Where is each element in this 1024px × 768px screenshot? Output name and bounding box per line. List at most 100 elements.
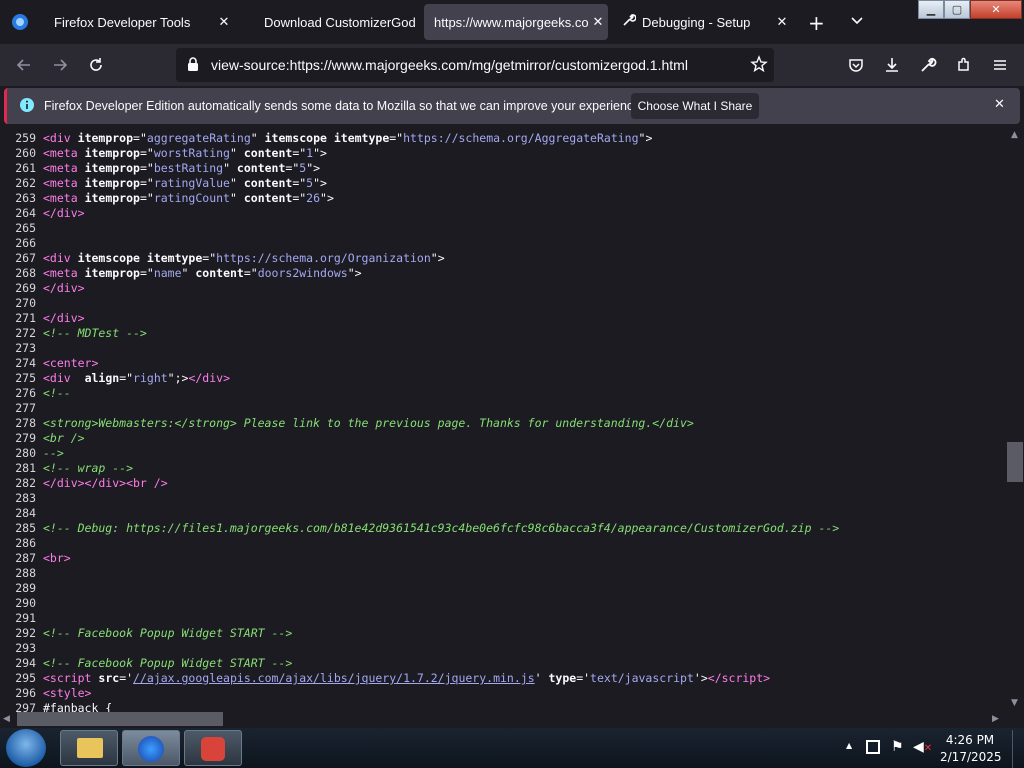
line-number: 281 [15,461,36,475]
source-view[interactable]: 259 <div itemprop="aggregateRating" items… [0,128,1008,712]
url-text[interactable]: view-source:https://www.majorgeeks.com/m… [211,57,688,73]
source-line: 277 [0,401,43,416]
wrench-icon[interactable] [916,53,940,77]
lock-icon[interactable] [186,56,200,76]
line-number: 288 [15,566,36,580]
line-number: 290 [15,596,36,610]
reload-button[interactable] [84,53,108,77]
source-line: 264 </div> [0,206,84,221]
line-number: 264 [15,206,36,220]
line-number: 259 [15,131,36,145]
forward-button[interactable] [48,53,72,77]
line-code: <!-- Facebook Popup Widget START --> [43,626,293,640]
tab-label: Download CustomizerGod [264,14,416,30]
line-code: <br> [43,551,71,565]
tab-majorgeeks[interactable]: https://www.majorgeeks.com ✕ [424,4,608,40]
line-code: </div> [43,281,85,295]
tab-debugging-setup[interactable]: Debugging - Setup ✕ [612,4,792,40]
tab-firefox-developer-tools[interactable]: Firefox Developer Tools ✕ [44,4,234,40]
maximize-button[interactable]: ▢ [944,0,970,19]
show-hidden-icons-icon[interactable]: ▲ [846,741,852,750]
source-line: 278 <strong>Webmasters:</strong> Please l… [0,416,694,431]
firefox-view-icon[interactable] [10,12,30,32]
menu-icon[interactable] [988,53,1012,77]
source-line: 259 <div itemprop="aggregateRating" items… [0,131,652,146]
line-code: #fanback { [43,701,113,712]
close-notification-icon[interactable]: ✕ [994,97,1005,112]
tab-download-customizergod[interactable]: Download CustomizerGod [254,4,424,40]
start-button[interactable] [6,729,46,767]
line-number: 261 [15,161,36,175]
scroll-up-icon[interactable]: ▲ [1011,130,1018,140]
taskbar-firefox[interactable] [122,730,180,766]
source-line: 297 #fanback { [0,701,112,712]
close-icon[interactable]: ✕ [214,15,234,30]
line-code: <strong>Webmasters:</strong> Please link… [43,416,694,430]
firefox-icon [138,736,164,762]
clock-date[interactable]: 2/17/2025 [940,750,1002,764]
line-number: 294 [15,656,36,670]
clock-time[interactable]: 4:26 PM [940,733,1000,747]
source-line: 285 <!-- Debug: https://files1.majorgeeks… [0,521,839,536]
line-number: 269 [15,281,36,295]
volume-muted-icon[interactable]: ◀✕ [913,739,932,755]
pocket-icon[interactable] [844,53,868,77]
line-code: <!-- Facebook Popup Widget START --> [43,656,293,670]
show-desktop-button[interactable] [1012,730,1024,768]
line-code: </div></div><br /> [43,476,168,490]
line-number: 278 [15,416,36,430]
line-number: 267 [15,251,36,265]
line-code: <!-- Debug: https://files1.majorgeeks.co… [43,521,840,535]
source-line: 271 </div> [0,311,84,326]
line-number: 282 [15,476,36,490]
line-number: 291 [15,611,36,625]
line-code: <style> [43,686,92,700]
network-icon[interactable] [866,740,880,754]
line-number: 283 [15,491,36,505]
source-line: 280 --> [0,446,64,461]
taskbar-file-explorer[interactable] [60,730,118,766]
vertical-scrollbar-thumb[interactable] [1007,442,1023,482]
scroll-down-icon[interactable]: ▼ [1011,698,1018,708]
source-line: 279 <br /> [0,431,84,446]
vertical-scrollbar[interactable]: ▲ ▼ [1008,128,1024,728]
line-code: <center> [43,356,99,370]
line-number: 276 [15,386,36,400]
source-line: 269 </div> [0,281,85,296]
scroll-left-icon[interactable]: ◀ [3,714,10,724]
line-code: <!-- MDTest --> [43,326,147,340]
minimize-button[interactable]: ▁ [918,0,944,19]
source-line: 282 </div></div><br /> [0,476,168,491]
tab-list-chevron-down-icon[interactable] [850,12,864,31]
source-line: 287 <br> [0,551,71,566]
source-line: 290 [0,596,43,611]
choose-what-i-share-button[interactable]: Choose What I Share [631,93,759,119]
extensions-icon[interactable] [952,53,976,77]
action-center-flag-icon[interactable]: ⚑ [891,739,904,755]
close-window-button[interactable]: ✕ [970,0,1022,19]
line-number: 270 [15,296,36,310]
line-number: 260 [15,146,36,160]
close-icon[interactable]: ✕ [588,15,608,30]
back-button[interactable] [12,53,36,77]
scroll-right-icon[interactable]: ▶ [992,714,999,724]
source-line: 276 <!-- [0,386,70,401]
bookmark-star-icon[interactable] [750,55,768,77]
line-number: 280 [15,446,36,460]
new-tab-button[interactable]: + [808,11,825,35]
source-line: 292 <!-- Facebook Popup Widget START --> [0,626,292,641]
line-number: 277 [15,401,36,415]
line-number: 297 [15,701,36,712]
line-code: <div align="right";></div> [43,371,230,385]
line-number: 271 [15,311,36,325]
horizontal-scrollbar-thumb[interactable] [17,712,223,726]
tab-label: https://www.majorgeeks.com [434,14,588,30]
downloads-icon[interactable] [880,53,904,77]
close-icon[interactable]: ✕ [772,15,792,30]
line-number: 284 [15,506,36,520]
taskbar-app[interactable] [184,730,242,766]
source-line: 267 <div itemscope itemtype="https://sche… [0,251,444,266]
line-code: <!-- wrap --> [43,461,134,475]
line-number: 289 [15,581,36,595]
line-number: 272 [15,326,36,340]
